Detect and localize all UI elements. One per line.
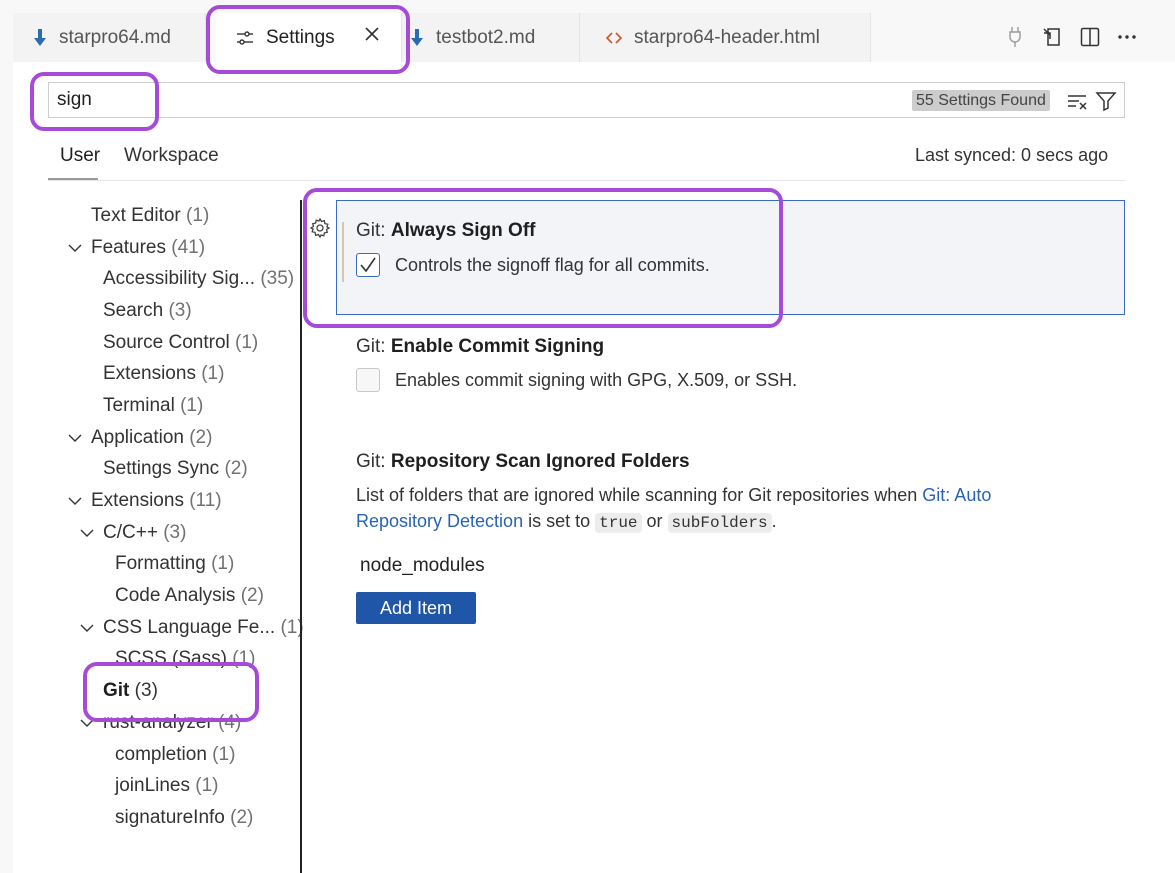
toc-item-extensions-group[interactable]: Extensions (11)	[91, 490, 222, 512]
toc-item-search[interactable]: Search (3)	[103, 300, 192, 322]
list-item[interactable]: node_modules	[360, 555, 485, 577]
results-count-badge: 55 Settings Found	[912, 90, 1050, 111]
toc-item-css-language-features[interactable]: CSS Language Fe... (1)	[103, 617, 304, 639]
chevron-down-icon[interactable]	[67, 240, 83, 256]
tab-label: Settings	[266, 26, 335, 48]
tab-user[interactable]: User	[60, 145, 100, 167]
chevron-down-icon[interactable]	[79, 525, 95, 541]
tab-starpro64-md[interactable]: starpro64.md	[13, 13, 206, 62]
code-true: true	[595, 513, 642, 533]
search-input-value: sign	[57, 89, 92, 110]
toc-item-git[interactable]: Git (3)	[103, 680, 158, 702]
toc-item-text-editor[interactable]: Text Editor (1)	[91, 205, 209, 227]
split-editor-icon[interactable]	[1077, 24, 1103, 50]
tab-testbot2-md[interactable]: testbot2.md	[402, 13, 580, 62]
toc-item-extensions[interactable]: Extensions (1)	[103, 363, 224, 385]
setting-description: Controls the signoff flag for all commit…	[395, 255, 710, 275]
toc-item-code-analysis[interactable]: Code Analysis (2)	[115, 585, 264, 607]
chevron-down-icon[interactable]	[67, 430, 83, 446]
gear-icon[interactable]	[309, 217, 331, 239]
tab-label: starpro64.md	[59, 26, 171, 48]
toc-item-accessibility-signals[interactable]: Accessibility Sig... (35)	[103, 268, 294, 290]
enable-commit-signing-checkbox[interactable]	[356, 368, 380, 392]
tab-workspace[interactable]: Workspace	[124, 145, 219, 167]
setting-description: List of folders that are ignored while s…	[356, 485, 992, 533]
add-item-button[interactable]: Add Item	[356, 592, 476, 624]
tab-label: testbot2.md	[436, 26, 536, 48]
code-subfolders: subFolders	[667, 513, 772, 533]
markdown-icon	[410, 28, 424, 47]
toc-item-completion[interactable]: completion (1)	[115, 744, 235, 766]
html-code-icon	[606, 31, 622, 45]
toc-item-scss[interactable]: SCSS (Sass) (1)	[115, 648, 255, 670]
toc-item-c-cpp[interactable]: C/C++ (3)	[103, 522, 186, 544]
setting-description: Enables commit signing with GPG, X.509, …	[395, 370, 798, 390]
toc-item-application[interactable]: Application (2)	[91, 427, 212, 449]
open-file-icon[interactable]	[1039, 24, 1065, 50]
clear-filter-icon[interactable]	[1065, 89, 1089, 113]
toc-item-signatureinfo[interactable]: signatureInfo (2)	[115, 807, 253, 829]
tab-label: starpro64-header.html	[634, 26, 820, 48]
tab-starpro64-header-html[interactable]: starpro64-header.html	[580, 13, 871, 62]
toc-item-features[interactable]: Features (41)	[91, 237, 205, 259]
always-sign-off-checkbox[interactable]	[356, 253, 380, 277]
chevron-down-icon[interactable]	[67, 493, 83, 509]
plug-icon[interactable]	[1002, 24, 1028, 50]
markdown-icon	[33, 28, 47, 47]
activity-edge	[0, 0, 13, 873]
toc-item-rust-analyzer[interactable]: rust-analyzer (4)	[103, 712, 241, 734]
more-actions-icon[interactable]	[1114, 24, 1140, 50]
toc-item-joinlines[interactable]: joinLines (1)	[115, 775, 219, 797]
toc-divider	[300, 200, 302, 873]
toc-item-source-control[interactable]: Source Control (1)	[103, 332, 258, 354]
settings-sliders-icon	[236, 30, 254, 46]
setting-title-enable-commit-signing: Git: Enable Commit Signing	[356, 336, 605, 357]
tab-settings[interactable]: Settings	[216, 13, 402, 62]
setting-title-always-sign-off: Git: Always Sign Off	[356, 220, 536, 241]
setting-title-repository-scan-ignored-folders: Git: Repository Scan Ignored Folders	[356, 451, 690, 472]
modified-indicator	[342, 222, 344, 282]
divider	[48, 180, 1125, 181]
chevron-down-icon[interactable]	[79, 715, 95, 731]
chevron-down-icon[interactable]	[79, 620, 95, 636]
toc-item-terminal[interactable]: Terminal (1)	[103, 395, 203, 417]
filter-icon[interactable]	[1094, 89, 1118, 113]
close-icon[interactable]	[365, 25, 379, 47]
last-synced-label: Last synced: 0 secs ago	[915, 145, 1109, 165]
toc-item-settings-sync[interactable]: Settings Sync (2)	[103, 458, 248, 480]
toc-item-formatting[interactable]: Formatting (1)	[115, 553, 234, 575]
